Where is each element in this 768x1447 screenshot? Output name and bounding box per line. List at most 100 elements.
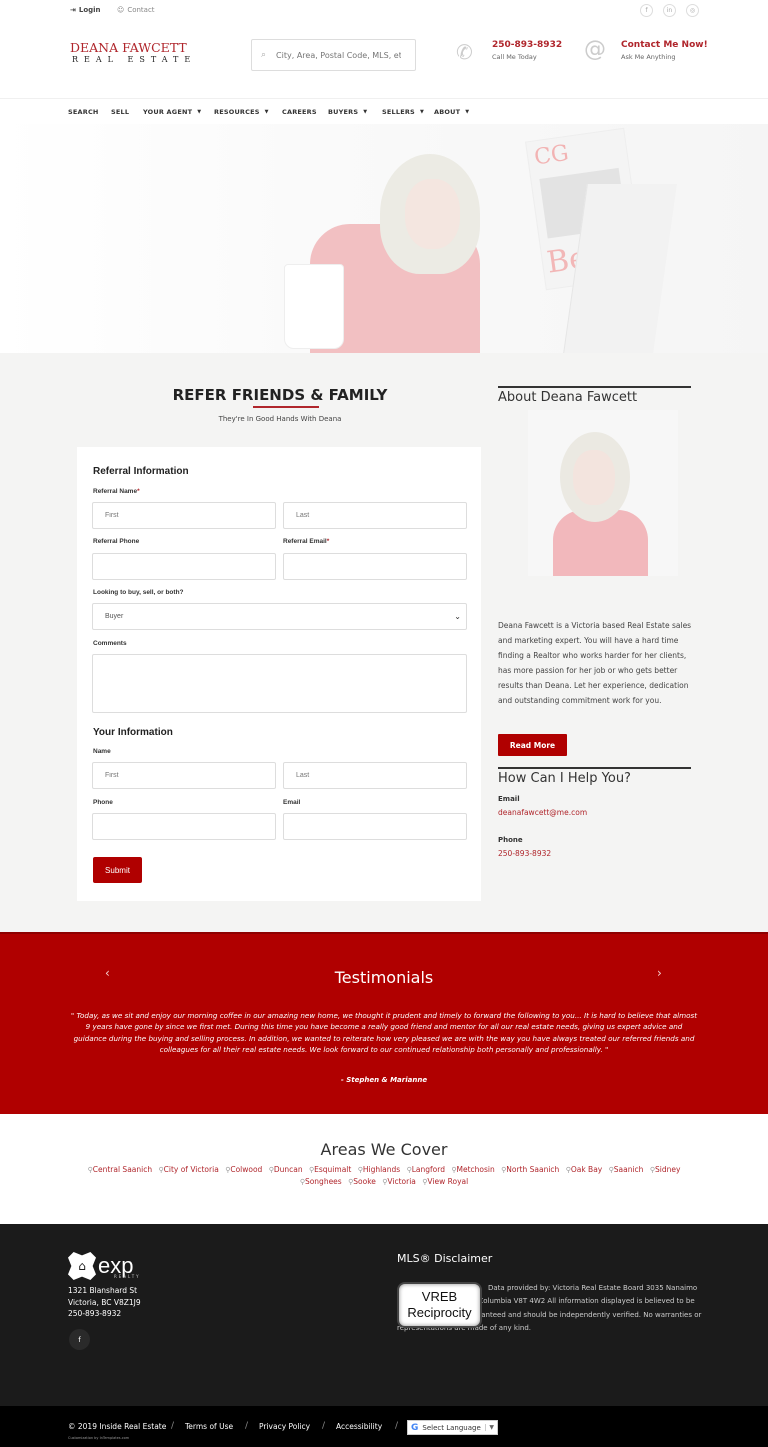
comments-textarea[interactable]	[92, 654, 467, 713]
nav-sell[interactable]: SELL	[111, 108, 129, 116]
google-icon: G	[411, 1422, 419, 1433]
next-arrow-icon[interactable]: ›	[657, 966, 662, 980]
about-heading: About Deana Fawcett	[498, 390, 638, 405]
nav-search[interactable]: SEARCH	[68, 108, 99, 116]
facebook-icon[interactable]: f	[69, 1329, 90, 1350]
header-contact-title[interactable]: Contact Me Now!	[621, 40, 708, 50]
accessibility-link[interactable]: Accessibility	[336, 1422, 382, 1431]
phone-label: Phone	[93, 799, 113, 806]
area-link[interactable]: ⚲Songhees	[300, 1177, 342, 1186]
nav-careers[interactable]: CAREERS	[282, 108, 317, 116]
referral-last-name-input[interactable]	[283, 502, 467, 529]
linkedin-icon[interactable]: in	[663, 4, 676, 17]
utility-bar: ⇥ Login ☺ Contact f in ◎	[0, 0, 768, 22]
area-link[interactable]: ⚲City of Victoria	[158, 1165, 218, 1174]
area-link[interactable]: ⚲View Royal	[422, 1177, 468, 1186]
logo-main[interactable]: DEANA FAWCETT	[70, 40, 187, 55]
area-link[interactable]: ⚲Highlands	[358, 1165, 400, 1174]
header-phone[interactable]: 250-893-8932	[492, 40, 562, 50]
email-link[interactable]: deanafawcett@me.com	[498, 808, 587, 817]
vreb-reciprocity-logo: VREB Reciprocity	[397, 1282, 482, 1328]
read-more-button[interactable]: Read More	[498, 734, 567, 756]
exp-logo[interactable]: ⌂ exp REALTY	[68, 1252, 139, 1280]
page-subtitle: They're In Good Hands With Deana	[218, 415, 342, 423]
area-link[interactable]: ⚲Duncan	[269, 1165, 303, 1174]
area-link[interactable]: ⚲Oak Bay	[566, 1165, 603, 1174]
login-icon: ⇥	[70, 6, 76, 14]
house-icon: ⌂	[68, 1252, 96, 1280]
sidebar-divider	[498, 767, 691, 769]
at-icon: @	[584, 37, 606, 62]
phone-icon: ✆	[456, 40, 473, 64]
instagram-icon[interactable]: ◎	[686, 4, 699, 17]
nav-resources[interactable]: RESOURCES ▼	[214, 108, 269, 116]
caret-down-icon: ▼	[465, 109, 470, 115]
area-link[interactable]: ⚲Sooke	[348, 1177, 376, 1186]
separator: /	[395, 1421, 399, 1431]
area-link[interactable]: ⚲Esquimalt	[309, 1165, 351, 1174]
section-heading-your-info: Your Information	[93, 727, 173, 738]
caret-down-icon: ▼	[363, 109, 368, 115]
phone-link[interactable]: 250-893-8932	[498, 849, 551, 858]
mls-disclaimer-title: MLS® Disclaimer	[397, 1252, 493, 1265]
search-icon: ⌕	[261, 50, 267, 60]
area-link[interactable]: ⚲Saanich	[609, 1165, 644, 1174]
email-label: Email	[283, 799, 301, 806]
login-link[interactable]: ⇥ Login	[70, 6, 101, 14]
contact-link[interactable]: ☺ Contact	[117, 6, 155, 14]
nav-about[interactable]: ABOUT ▼	[434, 108, 469, 116]
name-label: Name	[93, 748, 111, 755]
area-link[interactable]: ⚲Langford	[407, 1165, 445, 1174]
main-nav: SEARCH SELL YOUR AGENT ▼ RESOURCES ▼ CAREE…	[0, 98, 768, 124]
caret-down-icon: ▼	[197, 109, 202, 115]
your-phone-input[interactable]	[92, 813, 276, 840]
your-email-input[interactable]	[283, 813, 467, 840]
agent-photo	[528, 410, 678, 576]
referral-email-input[interactable]	[283, 553, 467, 580]
area-link[interactable]: ⚲Central Saanich	[88, 1165, 153, 1174]
language-select[interactable]: G Select Language ▼	[407, 1420, 498, 1435]
separator: /	[245, 1421, 249, 1431]
nav-sellers[interactable]: SELLERS ▼	[382, 108, 424, 116]
about-text: Deana Fawcett is a Victoria based Real E…	[498, 621, 692, 705]
privacy-link[interactable]: Privacy Policy	[259, 1422, 310, 1431]
referral-phone-label: Referral Phone	[93, 538, 140, 545]
your-last-name-input[interactable]	[283, 762, 467, 789]
terms-link[interactable]: Terms of Use	[185, 1422, 233, 1431]
nav-buyers[interactable]: BUYERS ▼	[328, 108, 367, 116]
footer: ⌂ exp REALTY 1321 Blanshard St Victoria,…	[0, 1224, 768, 1406]
caret-down-icon: ▼	[419, 109, 424, 115]
your-first-name-input[interactable]	[92, 762, 276, 789]
footer-address: 1321 Blanshard St Victoria, BC V8Z1J9 25…	[68, 1286, 141, 1318]
areas-title: Areas We Cover	[320, 1140, 448, 1159]
areas-section: Areas We Cover ⚲Central Saanich ⚲City of…	[0, 1114, 768, 1224]
page-title: REFER FRIENDS & FAMILY	[172, 386, 388, 404]
referral-name-label: Referral Name*	[93, 488, 140, 495]
logo-sub: REAL ESTATE	[72, 55, 197, 64]
buy-sell-select[interactable]: Buyer ⌄	[92, 603, 467, 630]
referral-form: Referral Information Referral Name* Refe…	[77, 447, 481, 901]
phone-block[interactable]: 250-893-8932 Call Me Today	[492, 40, 562, 61]
referral-email-label: Referral Email*	[283, 538, 330, 545]
testimonial-quote: " Today, as we sit and enjoy our morning…	[70, 1011, 698, 1055]
caret-down-icon: ▼	[264, 109, 269, 115]
referral-phone-input[interactable]	[92, 553, 276, 580]
referral-first-name-input[interactable]	[92, 502, 276, 529]
area-link[interactable]: ⚲Sidney	[650, 1165, 681, 1174]
search-input[interactable]	[276, 50, 402, 60]
area-link[interactable]: ⚲Colwood	[225, 1165, 262, 1174]
chevron-down-icon: ⌄	[454, 612, 461, 621]
caret-down-icon: ▼	[485, 1424, 497, 1431]
facebook-icon[interactable]: f	[640, 4, 653, 17]
header-contact-sub: Ask Me Anything	[621, 53, 676, 61]
area-link[interactable]: ⚲Metchosin	[451, 1165, 494, 1174]
search-box[interactable]: ⌕	[251, 39, 416, 71]
area-link[interactable]: ⚲Victoria	[382, 1177, 416, 1186]
submit-button[interactable]: Submit	[93, 857, 142, 883]
email-label: Email	[498, 795, 520, 803]
area-link[interactable]: ⚲North Saanich	[501, 1165, 559, 1174]
contact-icon: ☺	[117, 6, 125, 14]
nav-your-agent[interactable]: YOUR AGENT ▼	[143, 108, 201, 116]
customization-credit[interactable]: Customization by InTemplates.com	[68, 1436, 129, 1440]
contact-block[interactable]: Contact Me Now! Ask Me Anything	[621, 40, 708, 61]
